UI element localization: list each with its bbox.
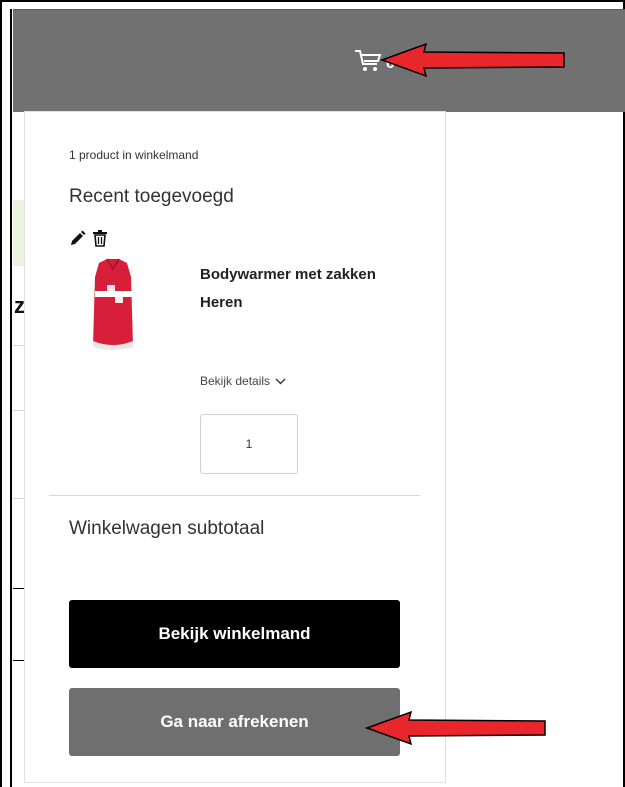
- minicart-dropdown: 1 product in winkelmand Recent toegevoeg…: [25, 112, 445, 782]
- edit-icon[interactable]: [69, 230, 86, 247]
- recent-added-title: Recent toegevoegd: [69, 186, 234, 207]
- product-thumbnail[interactable]: [77, 257, 149, 353]
- background-notice-edge: [13, 200, 25, 266]
- quantity-input[interactable]: 1: [200, 414, 298, 474]
- annotation-arrow-icon: [365, 710, 546, 746]
- background-divider: [13, 498, 25, 499]
- header-top-line: [13, 9, 625, 10]
- checkout-button[interactable]: Ga naar afrekenen: [69, 688, 400, 756]
- background-divider: [13, 410, 25, 411]
- details-toggle[interactable]: Bekijk details: [200, 374, 286, 388]
- minicart-divider: [49, 495, 420, 496]
- chevron-down-icon: [275, 378, 286, 384]
- annotation-arrow-icon: [380, 42, 565, 78]
- cart-item-count: 1 product in winkelmand: [69, 148, 199, 162]
- cart-icon[interactable]: [353, 47, 383, 73]
- subtotal-label: Winkelwagen subtotaal: [69, 518, 265, 539]
- background-divider: [13, 660, 25, 661]
- background-divider: [13, 588, 25, 589]
- product-name[interactable]: Bodywarmer met zakken Heren: [200, 261, 390, 317]
- left-border-line: [10, 9, 12, 787]
- background-text-fragment: z: [14, 293, 25, 318]
- view-cart-button[interactable]: Bekijk winkelmand: [69, 600, 400, 668]
- background-divider: [13, 345, 25, 346]
- details-label: Bekijk details: [200, 374, 271, 388]
- trash-icon[interactable]: [92, 230, 108, 247]
